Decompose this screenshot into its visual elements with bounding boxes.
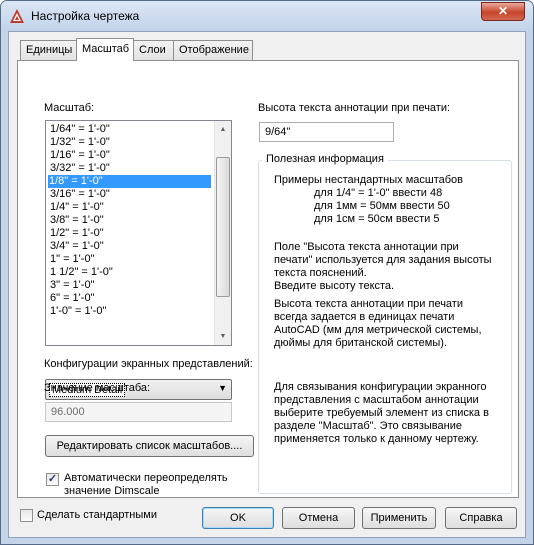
scale-list-item[interactable]: 6" = 1'-0": [49, 292, 209, 305]
edit-scales-label: Редактировать список масштабов....: [56, 440, 243, 452]
annotation-height-value: 9/64": [265, 126, 291, 138]
info-text-line: всегда задается в единицах печати: [274, 311, 455, 323]
info-text-line: для 1мм = 50мм ввести 50: [314, 200, 450, 212]
info-text-line: AutoCAD (мм для метрической системы,: [274, 324, 482, 336]
scale-list-item[interactable]: 1/16" = 1'-0": [49, 149, 209, 162]
info-text-line: выберите требуемый элемент из списка в: [274, 407, 489, 419]
scale-list-item[interactable]: 1" = 1'-0": [49, 253, 209, 266]
dialog-client: Единицы Масштаб Слои Отображение Масштаб…: [8, 31, 526, 538]
help-button[interactable]: Справка: [445, 507, 517, 529]
edit-scales-button[interactable]: Редактировать список масштабов....: [45, 435, 254, 457]
cancel-button[interactable]: Отмена: [282, 507, 355, 529]
tab-panel-scale: Масштаб: 1/64" = 1'-0" 1/32" = 1'-0" 1/16"…: [17, 60, 519, 498]
auto-override-label-line1: Автоматически переопределять: [64, 472, 228, 484]
tab-units[interactable]: Единицы: [20, 40, 77, 60]
title-bar[interactable]: Настройка чертежа ✕: [1, 1, 533, 31]
info-text-line: Для связывания конфигурации экранного: [274, 381, 487, 393]
scale-list-item[interactable]: 3/16" = 1'-0": [49, 188, 209, 201]
info-text-line: Введите высоту текста.: [274, 280, 395, 292]
scale-list-item[interactable]: 1/32" = 1'-0": [49, 136, 209, 149]
scale-list-item[interactable]: 3/8" = 1'-0": [49, 214, 209, 227]
scroll-down-icon[interactable]: ▼: [215, 328, 231, 345]
scale-list-item[interactable]: 3/32" = 1'-0": [49, 162, 209, 175]
scale-value-field[interactable]: 96.000: [45, 402, 232, 422]
window-title: Настройка чертежа: [31, 9, 140, 23]
make-default-checkbox[interactable]: [20, 509, 33, 522]
scale-list-item[interactable]: 1 1/2" = 1'-0": [49, 266, 209, 279]
info-text-line: Высота текста аннотации при печати: [274, 298, 463, 310]
apply-label: Применить: [370, 512, 428, 524]
auto-override-label-line2: значение Dimscale: [64, 485, 160, 497]
scroll-thumb[interactable]: [216, 157, 230, 297]
scale-list-item[interactable]: 3" = 1'-0": [49, 279, 209, 292]
annotation-height-input[interactable]: 9/64": [259, 122, 394, 142]
info-text-line: текста пояснений.: [274, 267, 367, 279]
annotation-height-label: Высота текста аннотации при печати:: [258, 102, 451, 114]
display-config-label: Конфигурации экранных представлений:: [44, 358, 253, 370]
scale-value-text: 96.000: [51, 406, 85, 418]
close-button[interactable]: ✕: [481, 2, 525, 21]
dialog-window: Настройка чертежа ✕ Единицы Масштаб Слои…: [0, 0, 534, 545]
ok-label: OK: [230, 512, 246, 524]
scale-list-item[interactable]: 1/64" = 1'-0": [49, 123, 209, 136]
scale-list-scrollbar[interactable]: ▲ ▼: [214, 121, 231, 345]
tab-units-label: Единицы: [26, 44, 73, 56]
help-label: Справка: [459, 512, 503, 524]
tab-layers[interactable]: Слои: [133, 40, 174, 60]
scale-list-item[interactable]: 3/4" = 1'-0": [49, 240, 209, 253]
scale-value-label: Значение масштаба:: [44, 382, 151, 394]
info-text-line: разделе "Масштаб". Это связывание: [274, 420, 462, 432]
chevron-down-icon: ▼: [218, 383, 227, 393]
autocad-logo-icon: [10, 9, 24, 23]
info-text-line: дюймы для британской системы).: [274, 337, 447, 349]
close-icon: ✕: [497, 4, 509, 18]
make-default-label: Сделать стандартными: [37, 509, 157, 521]
tab-display[interactable]: Отображение: [173, 40, 253, 60]
checkmark-icon: ✓: [47, 473, 58, 485]
apply-button[interactable]: Применить: [362, 507, 436, 529]
info-text-line: применяется только к данному чертежу.: [274, 433, 479, 445]
info-text-line: Примеры нестандартных масштабов: [274, 174, 464, 186]
info-text-line: представления с масштабом аннотации: [274, 394, 479, 406]
scale-list[interactable]: 1/64" = 1'-0" 1/32" = 1'-0" 1/16" = 1'-0" 3…: [45, 120, 232, 346]
cancel-label: Отмена: [298, 512, 339, 524]
tab-display-label: Отображение: [179, 44, 249, 56]
info-text-line: печати" используется для задания высоты: [274, 254, 492, 266]
auto-override-checkbox[interactable]: ✓: [46, 473, 59, 486]
info-text-line: для 1/4" = 1'-0" ввести 48: [314, 187, 443, 199]
scale-list-item[interactable]: 1/2" = 1'-0": [49, 227, 209, 240]
scale-list-item[interactable]: 1/4" = 1'-0": [49, 201, 209, 214]
info-text-line: для 1см = 50см ввести 5: [314, 213, 440, 225]
ok-button[interactable]: OK: [202, 507, 274, 529]
tab-scale-label: Масштаб: [82, 43, 130, 55]
tab-layers-label: Слои: [139, 44, 166, 56]
tab-scale[interactable]: Масштаб: [76, 38, 134, 61]
info-groupbox-title: Полезная информация: [262, 153, 388, 165]
scale-list-item[interactable]: 1'-0" = 1'-0": [49, 305, 209, 318]
scale-list-item[interactable]: 1/8" = 1'-0": [48, 175, 211, 188]
scale-label: Масштаб:: [44, 102, 95, 114]
scroll-up-icon[interactable]: ▲: [215, 121, 231, 138]
info-text-line: Поле "Высота текста аннотации при: [274, 241, 459, 253]
